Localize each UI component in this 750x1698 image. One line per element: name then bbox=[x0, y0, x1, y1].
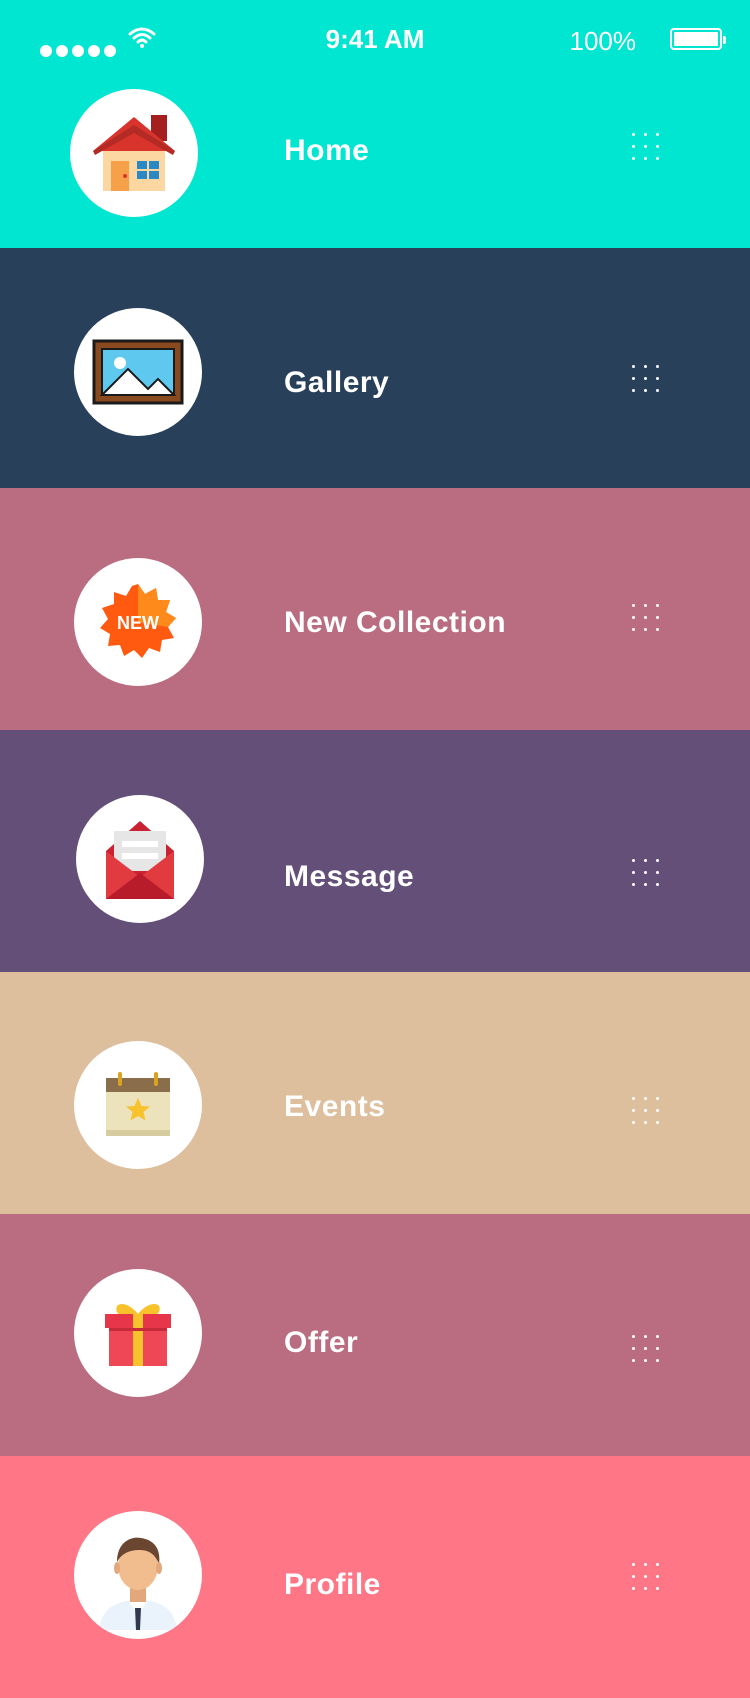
new-badge-text: NEW bbox=[117, 613, 159, 633]
menu-item-label: Home bbox=[284, 134, 370, 167]
gift-icon bbox=[105, 1304, 171, 1366]
envelope-icon bbox=[106, 821, 174, 899]
menu-item-profile[interactable]: Profile bbox=[0, 1456, 750, 1698]
menu-item-label: Offer bbox=[284, 1326, 359, 1359]
menu-item-label: New Collection bbox=[284, 606, 507, 639]
profile-icon-circle bbox=[74, 1511, 202, 1639]
new-badge-icon: NEW bbox=[100, 584, 176, 658]
drag-handle-icon[interactable] bbox=[632, 133, 660, 161]
drag-handle-icon[interactable] bbox=[632, 1335, 660, 1363]
gallery-icon-circle bbox=[74, 308, 202, 436]
menu-item-label: Profile bbox=[284, 1568, 381, 1601]
home-icon-circle bbox=[70, 89, 198, 217]
new-collection-icon-circle: NEW bbox=[74, 558, 202, 686]
house-icon bbox=[93, 115, 175, 191]
battery-icon bbox=[670, 28, 726, 50]
menu-item-new-collection[interactable]: NEW New Collection bbox=[0, 488, 750, 730]
drag-handle-icon[interactable] bbox=[632, 1097, 660, 1125]
battery-percentage: 100% bbox=[569, 26, 637, 56]
status-time: 9:41 AM bbox=[325, 24, 425, 54]
menu-item-message[interactable]: Message bbox=[0, 730, 750, 972]
calendar-star-icon bbox=[106, 1072, 170, 1136]
events-icon-circle bbox=[74, 1041, 202, 1169]
picture-frame-icon bbox=[92, 339, 184, 405]
offer-icon-circle bbox=[74, 1269, 202, 1397]
menu-item-events[interactable]: Events bbox=[0, 972, 750, 1214]
menu-item-label: Events bbox=[284, 1090, 386, 1123]
menu-item-label: Message bbox=[284, 860, 415, 893]
drag-handle-icon[interactable] bbox=[632, 859, 660, 887]
drag-handle-icon[interactable] bbox=[632, 1563, 660, 1591]
user-avatar-icon bbox=[99, 1537, 177, 1630]
message-icon-circle bbox=[76, 795, 204, 923]
drag-handle-icon[interactable] bbox=[632, 604, 660, 632]
menu-item-label: Gallery bbox=[284, 366, 390, 399]
menu-item-offer[interactable]: Offer bbox=[0, 1214, 750, 1456]
status-bar: 9:41 AM 100% bbox=[0, 0, 750, 80]
drag-handle-icon[interactable] bbox=[632, 365, 660, 393]
menu-item-gallery[interactable]: Gallery bbox=[0, 248, 750, 488]
